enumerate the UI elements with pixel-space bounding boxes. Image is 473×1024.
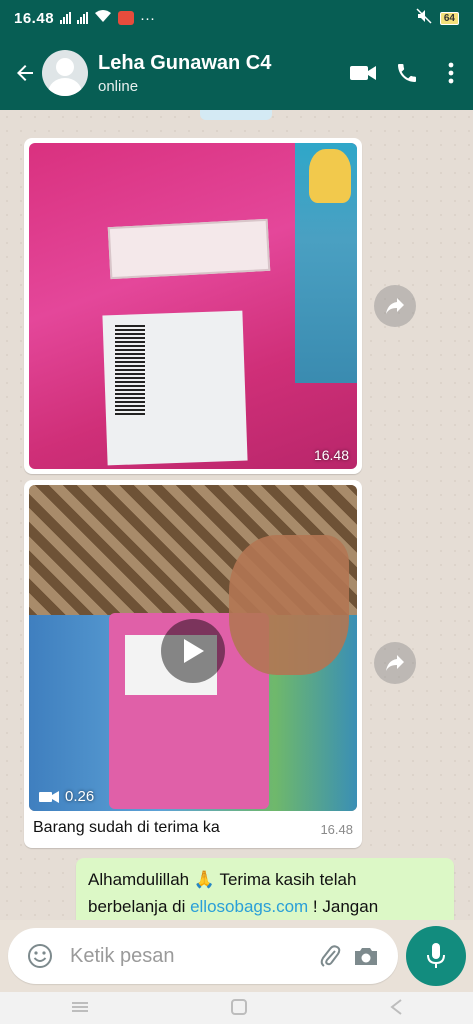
barcode <box>115 325 145 415</box>
mute-icon <box>416 8 432 28</box>
emoji-icon[interactable] <box>22 943 58 969</box>
composer-bar: Ketik pesan <box>0 920 473 990</box>
back-nav-icon[interactable] <box>389 998 403 1019</box>
message-input-box[interactable]: Ketik pesan <box>8 928 398 984</box>
forward-button[interactable] <box>374 285 416 327</box>
video-call-icon[interactable] <box>341 63 385 83</box>
status-bar: 16.48 ··· 64 <box>0 0 473 36</box>
battery-indicator: 64 <box>439 11 459 25</box>
message-time: 16.48 <box>320 822 353 837</box>
photo-toy <box>309 149 351 203</box>
more-vert-icon[interactable] <box>429 62 473 84</box>
attach-icon[interactable] <box>312 943 348 969</box>
chat-area[interactable]: 16.48 0.26 Barang sudah di terima ka 16.… <box>0 110 473 920</box>
forward-button[interactable] <box>374 642 416 684</box>
package-label <box>107 218 271 280</box>
video-duration: 0.26 <box>39 788 94 805</box>
contact-info[interactable]: Leha Gunawan C4 online <box>98 52 341 95</box>
avatar[interactable] <box>42 50 88 96</box>
mic-icon[interactable] <box>406 926 466 986</box>
more-indicator: ··· <box>140 9 156 27</box>
video-thumbnail[interactable]: 0.26 <box>29 485 357 811</box>
status-time: 16.48 <box>14 9 55 27</box>
camera-icon[interactable] <box>348 945 384 967</box>
phone-icon[interactable] <box>385 61 429 85</box>
contact-status: online <box>98 77 139 95</box>
image-message[interactable]: 16.48 <box>24 138 362 474</box>
message-text: berbelanja di <box>88 897 191 916</box>
message-text: ! Jangan <box>308 897 379 916</box>
message-line-2: berbelanja di ellosobags.com ! Jangan <box>88 893 442 920</box>
outgoing-text-message[interactable]: Alhamdulillah 🙏 Terima kasih telah berbe… <box>76 858 454 920</box>
video-duration-text: 0.26 <box>65 788 95 805</box>
date-chip <box>200 110 272 120</box>
recent-apps-icon[interactable] <box>71 1000 89 1017</box>
system-nav-bar <box>0 992 473 1024</box>
video-caption-row: Barang sudah di terima ka 16.48 <box>29 811 357 841</box>
video-message[interactable]: 0.26 Barang sudah di terima ka 16.48 <box>24 480 362 848</box>
image-thumbnail[interactable]: 16.48 <box>29 143 357 469</box>
contact-name: Leha Gunawan C4 <box>98 51 272 74</box>
signal-icon <box>60 12 72 24</box>
message-line-1: Alhamdulillah 🙏 Terima kasih telah <box>88 866 442 893</box>
signal-2-icon <box>77 12 89 24</box>
message-text: Alhamdulillah <box>88 870 190 889</box>
back-arrow-icon[interactable] <box>8 61 42 85</box>
message-text: Terima kasih telah <box>215 870 357 889</box>
chat-header: Leha Gunawan C4 online <box>0 36 473 110</box>
video-camera-icon <box>39 790 59 803</box>
home-icon[interactable] <box>230 998 248 1019</box>
message-time: 16.48 <box>313 447 349 463</box>
video-caption: Barang sudah di terima ka <box>33 819 220 836</box>
app-notification-icon <box>118 11 135 25</box>
message-link[interactable]: ellosobags.com <box>190 897 308 916</box>
message-input[interactable]: Ketik pesan <box>70 945 312 968</box>
pray-emoji: 🙏 <box>193 870 216 889</box>
play-icon[interactable] <box>161 619 225 683</box>
video-hand <box>229 535 349 675</box>
wifi-icon <box>94 9 112 27</box>
